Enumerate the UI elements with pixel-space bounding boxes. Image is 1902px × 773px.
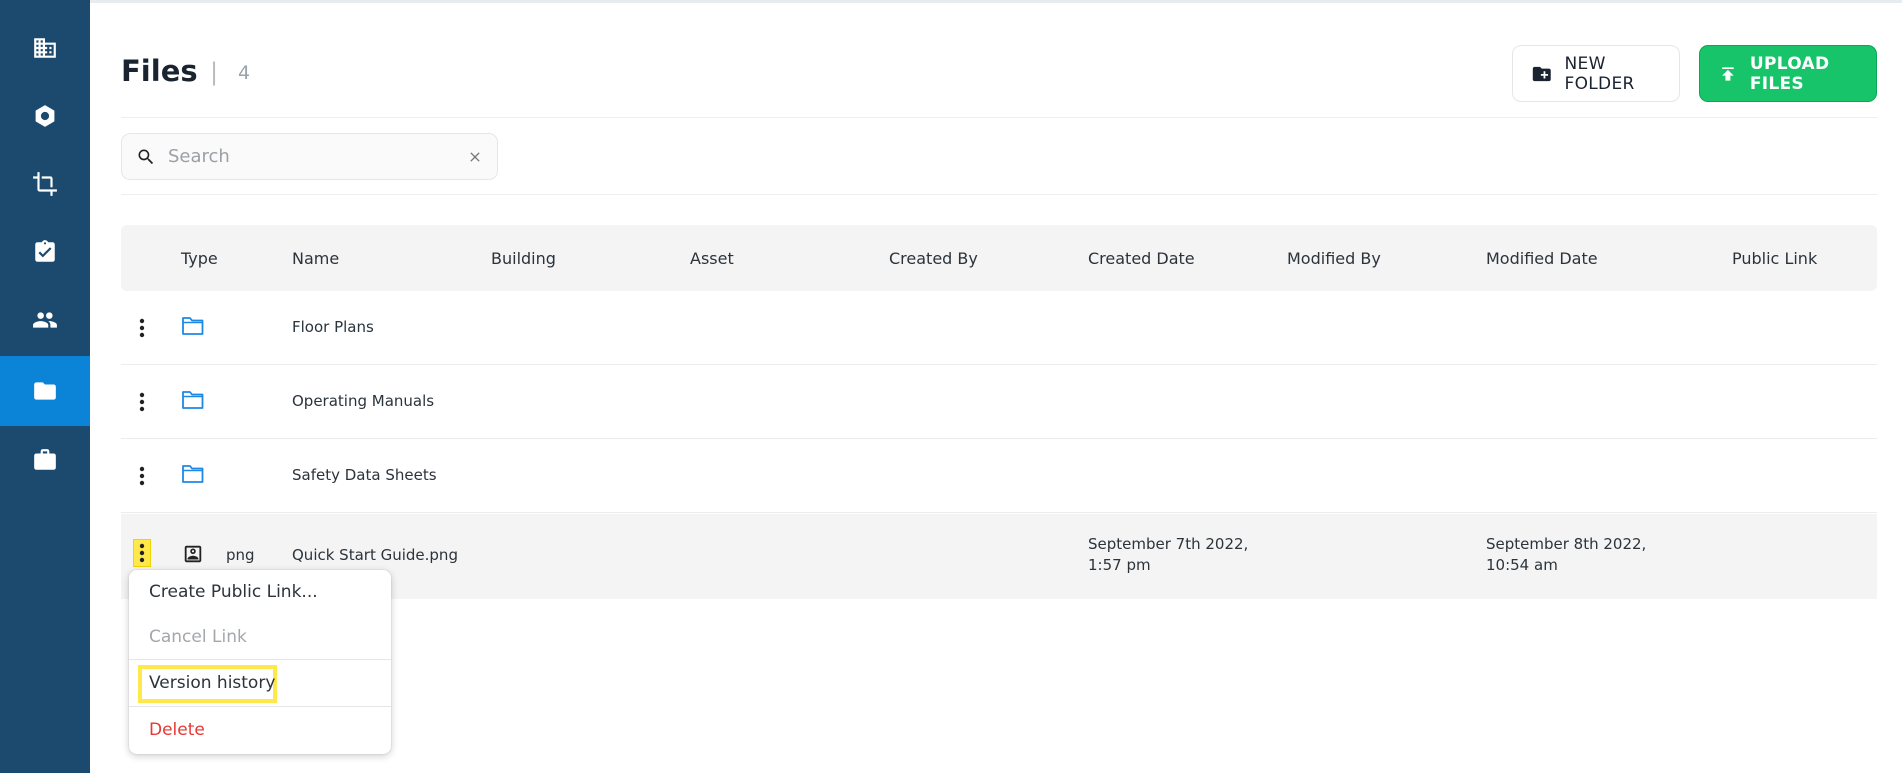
column-header-type[interactable]: Type xyxy=(181,249,218,268)
header-divider xyxy=(121,117,1877,118)
file-name[interactable]: Floor Plans xyxy=(292,318,374,336)
column-header-asset[interactable]: Asset xyxy=(690,249,734,268)
table-row[interactable]: Floor Plans xyxy=(121,291,1877,365)
folder-icon xyxy=(182,391,204,409)
row-context-menu: Create Public Link... Cancel Link Versio… xyxy=(129,570,391,754)
column-header-created-date[interactable]: Created Date xyxy=(1088,249,1195,268)
sidebar-item-assets[interactable] xyxy=(0,82,90,150)
image-file-icon xyxy=(184,545,202,563)
new-folder-label: NEW FOLDER xyxy=(1564,53,1635,94)
sidebar-item-files[interactable] xyxy=(0,356,90,426)
search-field[interactable]: Search xyxy=(121,133,498,180)
search-icon xyxy=(138,149,154,164)
more-vert-icon xyxy=(139,466,145,486)
row-actions-button[interactable] xyxy=(133,539,151,567)
new-folder-icon xyxy=(1532,66,1551,81)
search-divider xyxy=(121,194,1877,195)
modified-time: 10:54 am xyxy=(1486,556,1558,574)
column-header-public-link[interactable]: Public Link xyxy=(1732,249,1817,268)
folder-icon xyxy=(182,317,204,335)
modified-date: September 8th 2022, xyxy=(1486,535,1647,553)
menu-item-delete[interactable]: Delete xyxy=(149,720,205,740)
people-icon xyxy=(33,312,57,328)
column-header-building[interactable]: Building xyxy=(491,249,556,268)
building-icon xyxy=(34,38,56,58)
row-actions-button[interactable] xyxy=(133,462,151,490)
sidebar-item-people[interactable] xyxy=(0,286,90,354)
row-actions-button[interactable] xyxy=(133,388,151,416)
sidebar-item-spaces[interactable] xyxy=(0,150,90,218)
column-header-modified-by[interactable]: Modified By xyxy=(1287,249,1381,268)
search-input[interactable]: Search xyxy=(168,146,453,167)
folder-icon xyxy=(182,465,204,483)
created-time: 1:57 pm xyxy=(1088,556,1151,574)
table-header: Type Name Building Asset Created By Crea… xyxy=(121,225,1877,291)
upload-files-label: UPLOAD FILES xyxy=(1749,53,1830,94)
title-separator: | xyxy=(210,58,219,86)
sidebar xyxy=(0,0,90,773)
hexagon-icon xyxy=(35,105,55,127)
column-header-created-by[interactable]: Created By xyxy=(889,249,978,268)
column-header-name[interactable]: Name xyxy=(292,249,339,268)
more-vert-icon xyxy=(139,318,145,338)
upload-icon xyxy=(1722,66,1734,81)
file-name[interactable]: Operating Manuals xyxy=(292,392,434,410)
menu-divider xyxy=(129,659,391,660)
upload-files-button[interactable]: UPLOAD FILES xyxy=(1699,45,1877,102)
close-icon xyxy=(470,151,480,162)
page-title: Files xyxy=(121,54,198,88)
folder-icon xyxy=(34,382,56,400)
menu-divider xyxy=(129,706,391,707)
row-actions-button[interactable] xyxy=(133,314,151,342)
menu-item-version-history[interactable]: Version history xyxy=(149,673,275,693)
file-count: 4 xyxy=(238,62,251,84)
briefcase-icon xyxy=(34,449,56,470)
file-type-label: png xyxy=(226,546,255,564)
file-name[interactable]: Quick Start Guide.png xyxy=(292,546,458,564)
more-vert-icon xyxy=(139,392,145,412)
sidebar-item-vendors[interactable] xyxy=(0,426,90,494)
menu-item-cancel-link[interactable]: Cancel Link xyxy=(149,627,247,647)
clipboard-check-icon xyxy=(35,240,55,262)
created-date: September 7th 2022, xyxy=(1088,535,1249,553)
clear-search-button[interactable] xyxy=(453,149,497,165)
column-header-modified-date[interactable]: Modified Date xyxy=(1486,249,1598,268)
menu-item-create-public-link[interactable]: Create Public Link... xyxy=(149,582,318,602)
table-row[interactable]: Operating Manuals xyxy=(121,365,1877,439)
table-row[interactable]: Safety Data Sheets xyxy=(121,439,1877,513)
sidebar-item-tasks[interactable] xyxy=(0,218,90,286)
more-vert-icon xyxy=(139,543,145,563)
sidebar-item-buildings[interactable] xyxy=(0,14,90,82)
crop-icon xyxy=(33,172,57,196)
new-folder-button[interactable]: NEW FOLDER xyxy=(1512,45,1680,102)
file-name[interactable]: Safety Data Sheets xyxy=(292,466,437,484)
